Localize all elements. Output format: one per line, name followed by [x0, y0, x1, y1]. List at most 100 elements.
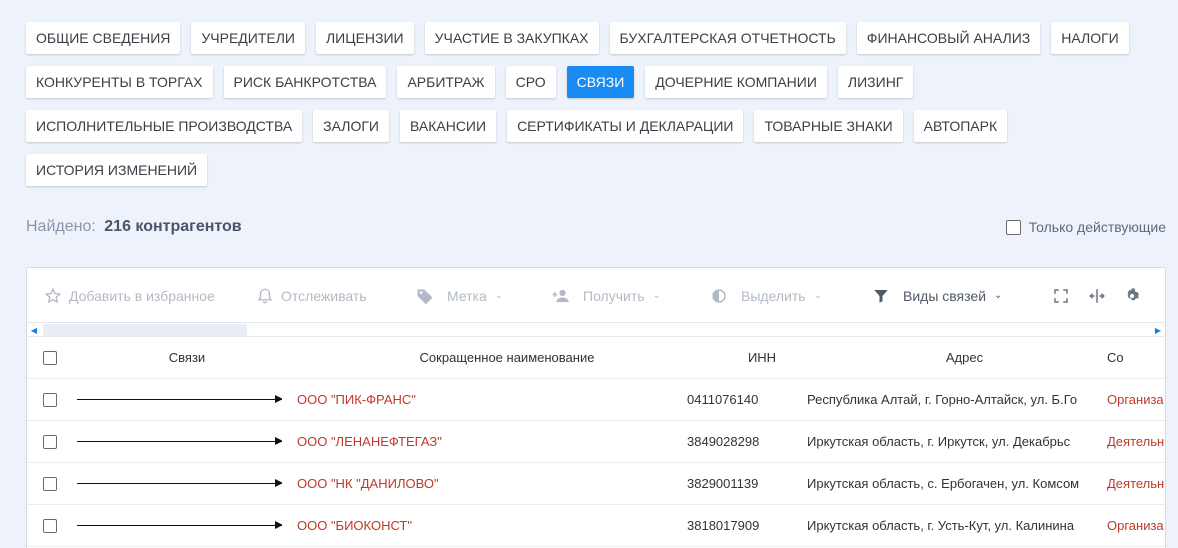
- tab-subsidiaries[interactable]: Дочерние компании: [645, 66, 827, 98]
- found-count: 216 контрагентов: [104, 218, 242, 235]
- horizontal-scrollbar[interactable]: ◀ ▶: [27, 323, 1165, 337]
- tab-trademarks[interactable]: Товарные знаки: [754, 110, 903, 142]
- links-table-panel: Добавить в избранное Отслеживать Метка ⌄…: [26, 267, 1166, 548]
- status-value: Деятельн: [1107, 434, 1165, 449]
- link-types-dropdown[interactable]: Виды связей ⌄: [871, 268, 1002, 323]
- tab-arbitration[interactable]: Арбитраж: [397, 66, 495, 98]
- header-links[interactable]: Связи: [77, 337, 297, 379]
- found-label: Найдено:: [26, 218, 96, 235]
- tab-history[interactable]: История изменений: [26, 154, 208, 186]
- column-width-button[interactable]: [1087, 268, 1107, 323]
- only-active-label: Только действующие: [1028, 219, 1166, 235]
- fullscreen-icon: [1051, 286, 1071, 306]
- track-button[interactable]: Отслеживать: [255, 268, 367, 323]
- tab-row: Общие сведения Учредители Лицензии Участ…: [26, 22, 1166, 54]
- highlight-dropdown[interactable]: Выделить ⌄: [709, 268, 822, 323]
- fullscreen-button[interactable]: [1051, 268, 1071, 323]
- row-checkbox[interactable]: [43, 477, 57, 491]
- inn-value: 3818017909: [687, 518, 760, 533]
- tab-enforcement[interactable]: Исполнительные производства: [26, 110, 303, 142]
- company-name-link[interactable]: ООО "НК "ДАНИЛОВО": [297, 463, 677, 505]
- row-checkbox-cell: [43, 505, 57, 547]
- tab-general[interactable]: Общие сведения: [26, 22, 181, 54]
- header-address[interactable]: Адрес: [887, 337, 1042, 379]
- tab-competitors[interactable]: Конкуренты в торгах: [26, 66, 213, 98]
- tab-sro[interactable]: СРО: [505, 66, 556, 98]
- only-active-checkbox[interactable]: [1005, 219, 1021, 235]
- link-arrow: [77, 505, 282, 547]
- row-checkbox-cell: [43, 379, 57, 421]
- tab-row: Исполнительные производства Залоги Вакан…: [26, 110, 1166, 142]
- track-label: Отслеживать: [281, 287, 367, 304]
- arrow-icon: [77, 479, 282, 487]
- address-value: Иркутская область, с. Ербогачен, ул. Ком…: [807, 476, 1080, 491]
- tab-vacancies[interactable]: Вакансии: [400, 110, 497, 142]
- settings-button[interactable]: [1122, 268, 1142, 323]
- tab-licenses[interactable]: Лицензии: [315, 22, 414, 54]
- scrollbar-thumb[interactable]: [43, 324, 247, 336]
- arrow-icon: [77, 437, 282, 445]
- row-checkbox[interactable]: [43, 519, 57, 533]
- header-name[interactable]: Сокращенное наименование: [357, 337, 657, 379]
- table-row: ООО "НК "ДАНИЛОВО" 3829001139 Иркутская …: [27, 463, 1165, 505]
- filter-icon: [871, 286, 891, 306]
- tab-accounting[interactable]: Бухгалтерская отчетность: [609, 22, 846, 54]
- status-value: Деятельн: [1107, 476, 1165, 491]
- scroll-left-icon[interactable]: ◀: [27, 323, 41, 337]
- row-checkbox[interactable]: [43, 435, 57, 449]
- tag-label: Метка: [447, 287, 487, 304]
- tab-taxes[interactable]: Налоги: [1051, 22, 1129, 54]
- column-width-icon: [1087, 286, 1107, 306]
- contrast-icon: [709, 286, 729, 306]
- select-all-cell: [43, 337, 57, 379]
- star-icon: [43, 286, 63, 306]
- address-value: Иркутская область, г. Иркутск, ул. Декаб…: [807, 434, 1071, 449]
- inn-value: 3829001139: [687, 476, 759, 491]
- select-all-checkbox[interactable]: [43, 351, 57, 365]
- arrow-icon: [77, 395, 282, 403]
- highlight-label: Выделить: [741, 287, 806, 304]
- tab-leasing[interactable]: Лизинг: [837, 66, 914, 98]
- bell-icon: [255, 286, 275, 306]
- arrow-icon: [77, 521, 282, 529]
- tab-bankruptcy-risk[interactable]: Риск банкротства: [223, 66, 387, 98]
- link-arrow: [77, 379, 282, 421]
- add-favorite-button[interactable]: Добавить в избранное: [43, 268, 215, 323]
- tab-vehicles[interactable]: Автопарк: [913, 110, 1008, 142]
- chevron-down-icon: ⌄: [494, 290, 504, 301]
- add-favorite-label: Добавить в избранное: [69, 287, 215, 304]
- scroll-right-icon[interactable]: ▶: [1151, 323, 1165, 337]
- row-checkbox-cell: [43, 421, 57, 463]
- row-checkbox-cell: [43, 463, 57, 505]
- assign-dropdown[interactable]: Получить ⌄: [551, 268, 661, 323]
- tab-pledges[interactable]: Залоги: [313, 110, 389, 142]
- status-value: Организа: [1107, 518, 1164, 533]
- status-value: Организа: [1107, 392, 1164, 407]
- header-inn[interactable]: ИНН: [727, 337, 797, 379]
- chevron-down-icon: ⌄: [813, 290, 822, 301]
- link-arrow: [77, 421, 282, 463]
- table-header: Связи Сокращенное наименование ИНН Адрес…: [27, 337, 1165, 379]
- row-checkbox[interactable]: [43, 393, 57, 407]
- gear-icon: [1122, 286, 1142, 306]
- link-types-label: Виды связей: [903, 287, 987, 304]
- company-name-link[interactable]: ООО "ЛЕНАНЕФТЕГАЗ": [297, 421, 677, 463]
- inn-value: 3849028298: [687, 434, 760, 449]
- tab-links[interactable]: Связи: [566, 66, 635, 98]
- person-add-icon: [551, 286, 571, 306]
- tab-founders[interactable]: Учредители: [191, 22, 305, 54]
- chevron-down-icon: ⌄: [994, 290, 1003, 301]
- tab-procurement[interactable]: Участие в закупках: [424, 22, 599, 54]
- company-name-link[interactable]: ООО "ПИК-ФРАНС": [297, 379, 677, 421]
- chevron-down-icon: ⌄: [652, 290, 661, 301]
- link-arrow: [77, 463, 282, 505]
- table-row: ООО "ЛЕНАНЕФТЕГАЗ" 3849028298 Иркутская …: [27, 421, 1165, 463]
- tab-financial-analysis[interactable]: Финансовый анализ: [856, 22, 1041, 54]
- tab-certificates[interactable]: Сертификаты и декларации: [507, 110, 744, 142]
- tag-dropdown[interactable]: Метка ⌄: [415, 268, 503, 323]
- table-row: ООО "БИОКОНСТ" 3818017909 Иркутская обла…: [27, 505, 1165, 547]
- company-name-link[interactable]: ООО "БИОКОНСТ": [297, 505, 677, 547]
- only-active-filter[interactable]: Только действующие: [1005, 219, 1166, 235]
- header-status[interactable]: Со: [1107, 337, 1165, 379]
- address-value: Республика Алтай, г. Горно-Алтайск, ул. …: [807, 392, 1078, 407]
